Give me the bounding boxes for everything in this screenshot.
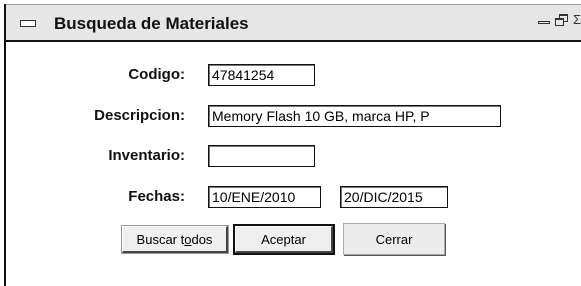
window-title: Busqueda de Materiales [54, 14, 249, 33]
aceptar-label: Aceptar [261, 231, 306, 247]
inventario-input[interactable] [208, 145, 315, 167]
codigo-input[interactable]: 47841254 [208, 64, 315, 86]
buscar-todos-mnemonic: o [184, 231, 192, 247]
title-bar[interactable]: Busqueda de Materiales Σ [6, 4, 581, 42]
search-window: Busqueda de Materiales Σ Codigo: 4784125… [4, 4, 581, 286]
codigo-label: Codigo: [128, 66, 185, 83]
inventario-label: Inventario: [108, 147, 185, 164]
close-icon[interactable]: Σ [573, 13, 581, 27]
buscar-todos-label-pre: Buscar t [136, 231, 185, 247]
fechas-label: Fechas: [128, 188, 185, 205]
descripcion-input[interactable]: Memory Flash 10 GB, marca HP, P [208, 105, 501, 127]
window-menu-icon[interactable] [20, 20, 36, 27]
cerrar-button[interactable]: Cerrar [343, 223, 445, 255]
descripcion-label: Descripcion: [94, 107, 185, 124]
window-controls: Σ [537, 13, 581, 27]
restore-icon[interactable] [555, 13, 569, 27]
buscar-todos-button[interactable]: Buscar t o dos [121, 225, 229, 254]
buscar-todos-label-post: dos [191, 231, 213, 247]
minimize-icon[interactable] [537, 13, 551, 27]
aceptar-button[interactable]: Aceptar [233, 224, 335, 255]
fecha-fin-input[interactable]: 20/DIC/2015 [340, 186, 448, 208]
fecha-inicio-input[interactable]: 10/ENE/2010 [208, 186, 321, 208]
cerrar-label: Cerrar [375, 231, 413, 247]
